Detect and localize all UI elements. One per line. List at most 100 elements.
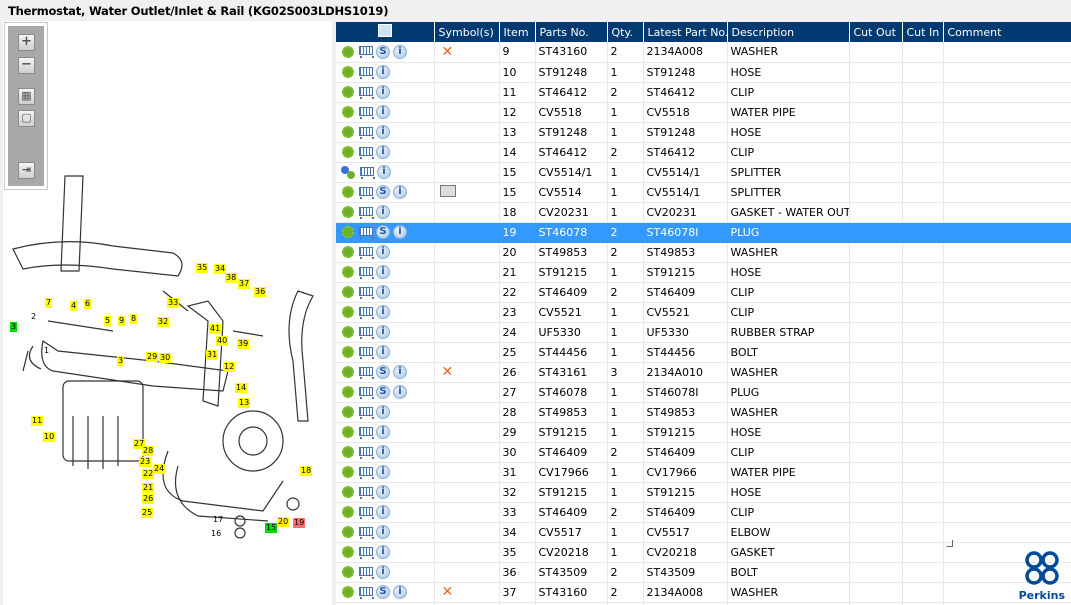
table-row[interactable]: i 14 ST46412 2 ST46412 CLIP [336,142,1071,163]
callout-37[interactable]: 37 [238,279,251,289]
callout-25[interactable]: 25 [141,508,154,518]
table-row[interactable]: i 34 CV5517 1 CV5517 ELBOW [336,522,1071,543]
callout-22[interactable]: 22 [142,469,155,479]
callout-30[interactable]: 30 [159,353,172,363]
gear-icon[interactable] [342,426,354,438]
info-icon[interactable]: i [376,405,390,419]
info-icon[interactable]: i [376,125,390,139]
callout-3[interactable]: 3 [10,322,18,332]
cart-icon[interactable] [357,586,374,599]
table-row[interactable]: i 22 ST46409 2 ST46409 CLIP [336,282,1071,303]
gear-icon[interactable] [342,566,354,578]
search-icon[interactable] [377,24,392,37]
info-icon[interactable]: i [376,325,390,339]
gear-icon[interactable] [342,446,354,458]
info-icon[interactable]: i [393,365,407,379]
gear-icon[interactable] [342,146,354,158]
callout-26[interactable]: 26 [142,494,155,504]
column-header-2[interactable]: Item [499,22,536,42]
cart-icon[interactable] [357,86,374,99]
callout-5[interactable]: 5 [104,316,112,326]
info-icon[interactable]: i [376,465,390,479]
cart-icon[interactable] [357,306,374,319]
table-row[interactable]: i 30 ST46409 2 ST46409 CLIP [336,442,1071,463]
table-row[interactable]: i 13 ST91248 1 ST91248 HOSE [336,122,1071,143]
table-row[interactable]: i 20 ST49853 2 ST49853 WASHER [336,242,1071,263]
callout-15[interactable]: 15 [265,523,278,533]
info-icon[interactable]: i [376,265,390,279]
table-row[interactable]: i 12 CV5518 1 CV5518 WATER PIPE [336,102,1071,123]
cart-icon[interactable] [357,286,374,299]
info-icon[interactable]: i [376,485,390,499]
parts-diagram[interactable]: 35 34 38 37 36 33 32 7 4 6 5 9 8 3 2 1 41 40 39 12 29 30 31 3 14… [3,21,332,605]
table-row[interactable]: Si ✕ 26 ST43161 3 2134A010 WASHER [336,362,1071,383]
gear-icon[interactable] [342,86,354,98]
table-row[interactable]: i 25 ST44456 1 ST44456 BOLT [336,342,1071,363]
info-icon[interactable]: i [376,205,390,219]
book-magnifier-icon[interactable] [439,184,456,197]
gear-icon[interactable] [342,186,354,198]
info-icon[interactable]: i [376,245,390,259]
cart-icon[interactable] [357,226,374,239]
info-icon[interactable]: i [393,225,407,239]
cart-icon[interactable] [357,266,374,279]
gear-icon[interactable] [342,66,354,78]
gear-icon[interactable] [342,346,354,358]
gear-icon[interactable] [342,126,354,138]
cart-icon[interactable] [357,66,374,79]
info-icon[interactable]: i [393,385,407,399]
table-row[interactable]: Si ✕ 9 ST43160 2 2134A008 WASHER [336,42,1071,63]
callout-12[interactable]: 12 [223,362,236,372]
table-row[interactable]: i 28 ST49853 1 ST49853 WASHER [336,402,1071,423]
column-header-5[interactable]: Latest Part No. [643,22,728,42]
gear-icon[interactable] [342,506,354,518]
cart-icon[interactable] [357,406,374,419]
callout-36[interactable]: 36 [254,287,267,297]
callout-11[interactable]: 11 [31,416,44,426]
table-row[interactable]: i 29 ST91215 1 ST91215 HOSE [336,422,1071,443]
gear-icon[interactable] [342,206,354,218]
multi-gear-icon[interactable] [341,165,355,179]
callout-4[interactable]: 4 [70,301,78,311]
info-icon[interactable]: i [376,145,390,159]
cart-icon[interactable] [357,446,374,459]
gear-icon[interactable] [342,266,354,278]
table-row[interactable]: Si ✕ 37 ST43160 2 2134A008 WASHER [336,582,1071,603]
gear-icon[interactable] [342,366,354,378]
actual-size-icon[interactable]: ▢ [18,110,35,127]
callout-16[interactable]: 16 [210,529,222,539]
callout-32[interactable]: 32 [157,317,170,327]
info-icon[interactable]: i [376,525,390,539]
table-row[interactable]: i 10 ST91248 1 ST91248 HOSE [336,62,1071,83]
fit-to-window-icon[interactable]: ▦ [18,88,35,105]
callout-20[interactable]: 20 [277,517,290,527]
gear-icon[interactable] [342,286,354,298]
column-header-8[interactable]: Cut In [902,22,944,42]
info-icon[interactable]: i [377,165,391,179]
table-row[interactable]: i 36 ST43509 2 ST43509 BOLT [336,562,1071,583]
callout-31[interactable]: 31 [206,350,219,360]
cart-icon[interactable] [357,346,374,359]
cart-icon[interactable] [357,486,374,499]
callout-7[interactable]: 7 [45,298,53,308]
table-row[interactable]: i 33 ST46409 2 ST46409 CLIP [336,502,1071,523]
callout-2[interactable]: 2 [30,312,37,322]
table-row[interactable]: i 31 CV17966 1 CV17966 WATER PIPE [336,462,1071,483]
gear-icon[interactable] [342,526,354,538]
info-icon[interactable]: i [376,105,390,119]
info-icon[interactable]: i [376,305,390,319]
cart-icon[interactable] [357,106,374,119]
table-row[interactable]: i 35 CV20218 1 CV20218 GASKET [336,542,1071,563]
gear-icon[interactable] [342,386,354,398]
column-header-7[interactable]: Cut Out [849,22,903,42]
callout-24[interactable]: 24 [153,464,166,474]
gear-icon[interactable] [342,586,354,598]
info-icon[interactable]: i [376,345,390,359]
callout-1[interactable]: 1 [43,346,50,356]
info-icon[interactable]: i [376,545,390,559]
info-icon[interactable]: i [376,425,390,439]
supersession-icon[interactable]: S [376,585,390,599]
cart-icon[interactable] [357,426,374,439]
column-header-9[interactable]: Comment [943,22,1071,42]
column-header-0[interactable] [336,22,435,42]
